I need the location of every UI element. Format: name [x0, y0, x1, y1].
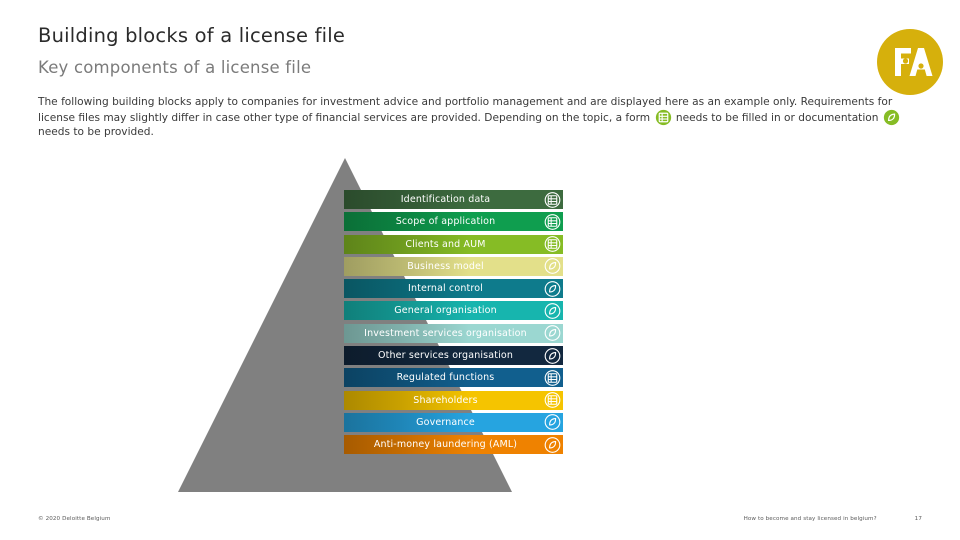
pyramid-bar[interactable]: Identification data	[344, 190, 563, 209]
footer-page-number: 17	[914, 516, 922, 522]
footer-deck-title: How to become and stay licensed in belgi…	[743, 516, 877, 522]
pyramid-bar[interactable]: Internal control	[344, 279, 563, 299]
document-icon	[544, 303, 561, 319]
document-icon	[544, 414, 561, 431]
form-icon	[544, 392, 561, 409]
pyramid-bar-label: Clients and AUM	[405, 238, 486, 250]
form-icon	[544, 213, 561, 230]
document-icon	[544, 258, 561, 275]
document-icon	[544, 436, 561, 453]
pyramid-bar-label: Governance	[416, 416, 475, 428]
pyramid-bar-list: Identification data Scope of application C…	[344, 190, 563, 458]
page-subtitle: Key components of a license file	[38, 58, 312, 77]
form-icon	[544, 236, 561, 252]
pyramid-bar-label: Investment services organisation	[364, 327, 527, 339]
body-paragraph: The following building blocks apply to c…	[38, 96, 918, 139]
pyramid-bar[interactable]: Anti-money laundering (AML)	[344, 435, 563, 455]
pyramid-bar[interactable]: General organisation	[344, 301, 563, 321]
body-text-part-2: needs to be filled in or documentation	[672, 112, 882, 125]
document-icon	[544, 347, 561, 364]
pyramid-bar-label: Identification data	[400, 194, 491, 205]
document-icon	[544, 280, 561, 297]
footer-right: How to become and stay licensed in belgi…	[744, 516, 922, 522]
pyramid-bar[interactable]: Shareholders	[344, 390, 563, 410]
pyramid-bar[interactable]: Clients and AUM	[344, 234, 563, 254]
pyramid-bar-label: Scope of application	[395, 216, 496, 228]
pyramid-bar-label: Regulated functions	[396, 372, 495, 384]
pyramid-bar[interactable]: Investment services organisation	[344, 323, 563, 343]
document-icon	[883, 110, 899, 126]
pyramid-bar-label: Business model	[407, 260, 484, 272]
pyramid-bar[interactable]: Other services organisation	[344, 346, 563, 366]
pyramid-bar-label: Shareholders	[413, 394, 478, 406]
form-icon	[655, 110, 671, 126]
pyramid-bar-label: Other services organisation	[377, 350, 514, 362]
page-title: Building blocks of a license file	[38, 24, 346, 47]
fa-logo-icon	[877, 29, 943, 95]
body-text-part-3: needs to be provided.	[38, 126, 154, 139]
form-icon	[544, 191, 561, 208]
pyramid-diagram: Identification data Scope of application C…	[0, 140, 960, 500]
footer-copyright: © 2020 Deloitte Belgium	[38, 516, 111, 522]
slide-root: Building blocks of a license file Key co…	[0, 0, 960, 540]
pyramid-bar[interactable]: Governance	[344, 412, 563, 432]
document-icon	[544, 325, 561, 342]
pyramid-bar-label: Anti-money laundering (AML)	[373, 439, 518, 451]
pyramid-bar[interactable]: Business model	[344, 256, 563, 276]
form-icon	[544, 370, 561, 386]
pyramid-bar[interactable]: Scope of application	[344, 212, 563, 232]
pyramid-bar-label: Internal control	[408, 283, 483, 295]
pyramid-bar[interactable]: Regulated functions	[344, 368, 563, 388]
pyramid-bar-label: General organisation	[394, 305, 497, 317]
